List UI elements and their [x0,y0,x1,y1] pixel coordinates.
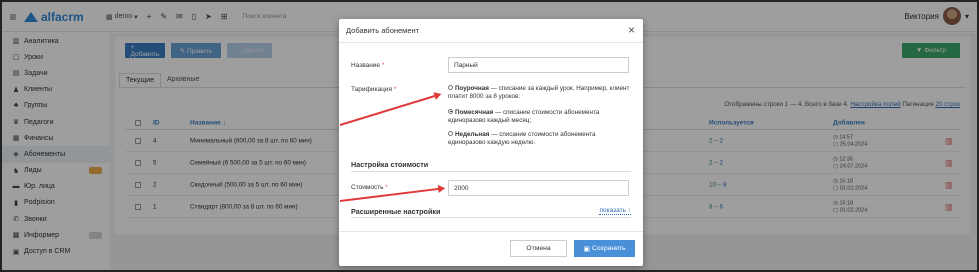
save-button[interactable]: ▣ Сохранить [574,240,635,257]
show-advanced-link[interactable]: показать ↑ [599,207,631,215]
name-label: Название * [351,62,385,69]
name-field[interactable]: Парный [448,57,629,73]
divider [351,171,631,172]
radio-month[interactable] [448,108,453,114]
add-subscription-modal: Добавить абонемент × Название * Парный Т… [339,19,643,266]
billing-label: Тарификация * [351,86,397,93]
modal-title: Добавить абонемент [339,19,643,43]
app-window: ≡ alfacrm ▦ demo ▾ + ✎ ✉ ▯ ➤ ⊞ Поиск клиен… [0,0,979,272]
save-icon: ▣ [583,245,590,253]
divider [351,217,631,218]
billing-option-month[interactable]: Помесячная — списание стоимости абонемен… [448,108,633,125]
billing-option-lesson[interactable]: Поурочная — списание за каждый урок. Нап… [448,84,633,101]
radio-week[interactable] [448,130,453,136]
close-icon[interactable]: × [628,23,635,37]
radio-lesson[interactable] [448,84,453,90]
price-field[interactable]: 2000 [448,180,629,196]
modal-footer: Отмена ▣ Сохранить [339,231,643,266]
advanced-section-title: Расширенные настройки [351,207,441,216]
billing-option-week[interactable]: Недельная — списание стоимости абонемент… [448,130,633,147]
price-label: Стоимость * [351,184,388,191]
cancel-button[interactable]: Отмена [510,240,567,257]
price-section-title: Настройка стоимости [351,160,429,169]
